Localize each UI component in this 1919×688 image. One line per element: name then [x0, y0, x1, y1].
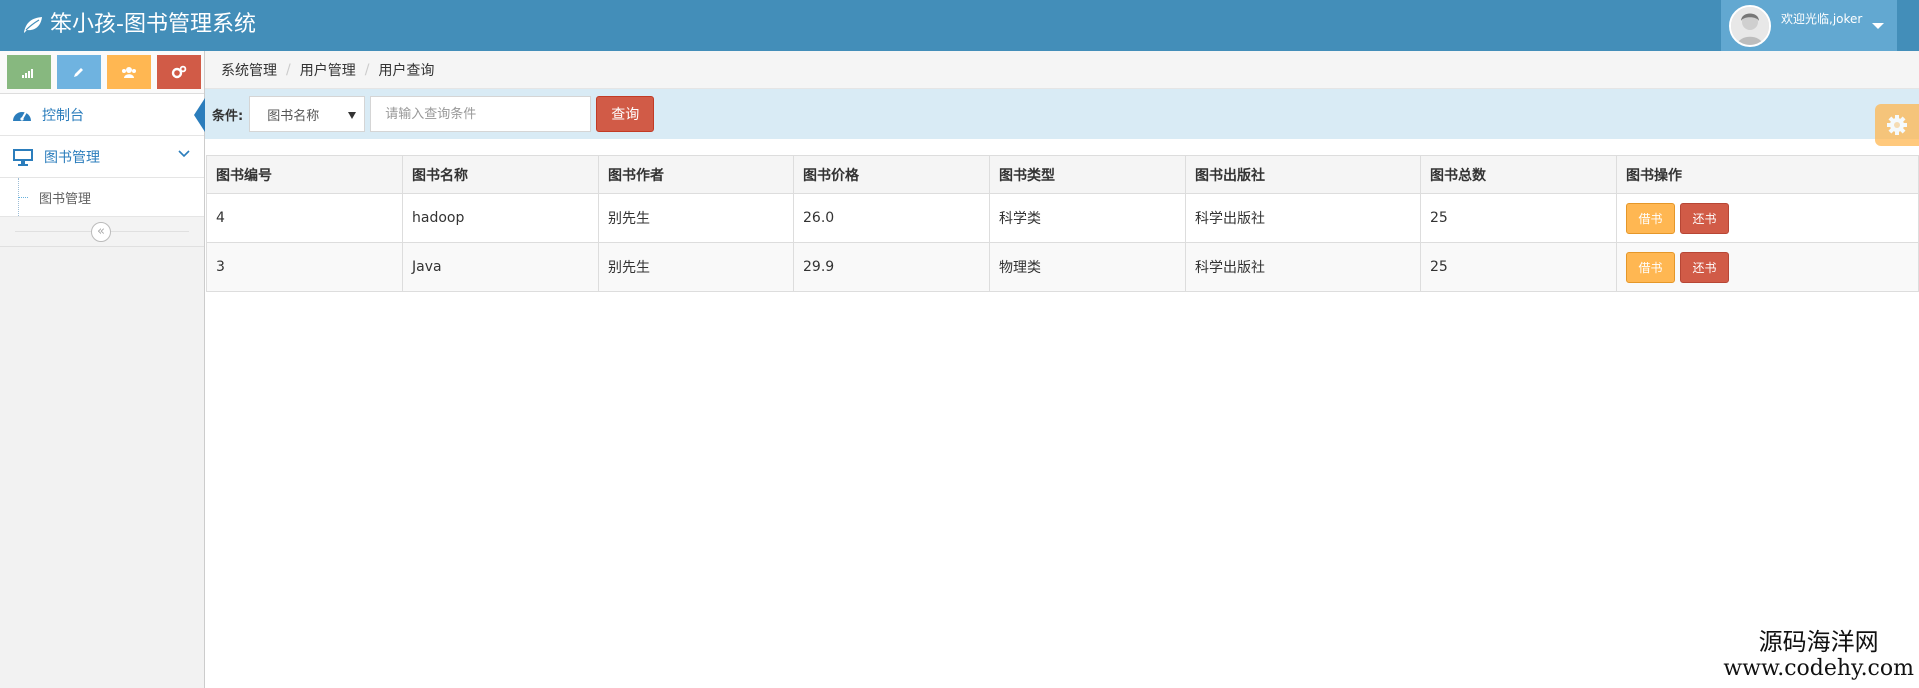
stats-icon [22, 69, 33, 78]
watermark-line1: 源码海洋网 [1758, 628, 1879, 656]
return-button[interactable]: 还书 [1680, 251, 1729, 283]
dashboard-icon [13, 111, 31, 121]
table-cell: 别先生 [598, 242, 794, 292]
search-input[interactable] [370, 96, 592, 132]
table-cell: 物理类 [989, 242, 1186, 292]
condition-select[interactable]: 图书名称 [249, 96, 366, 132]
double-angle-left-icon[interactable]: « [91, 222, 111, 242]
avatar[interactable] [1729, 4, 1771, 47]
condition-select-value: 图书名称 [267, 108, 320, 124]
cogs-shortcut-button[interactable] [157, 55, 201, 89]
return-button[interactable]: 还书 [1680, 202, 1729, 234]
borrow-button[interactable]: 借书 [1626, 202, 1675, 234]
table-header-row: 图书编号 图书名称 图书作者 图书价格 图书类型 图书出版社 图书总数 图书操作 [206, 155, 1919, 194]
welcome-text: 欢迎光临,joker [1781, 12, 1863, 26]
table-cell: 科学出版社 [1185, 242, 1421, 292]
cogs-icon [171, 65, 187, 79]
app-title: 笨小孩-图书管理系统 [50, 12, 256, 37]
breadcrumb-separator: / [286, 61, 291, 78]
table-cell: 别先生 [598, 193, 794, 243]
breadcrumb-item[interactable]: 系统管理 [221, 60, 277, 80]
sidebar-item-book-management[interactable]: 图书管理 [0, 136, 204, 178]
borrow-button[interactable]: 借书 [1626, 251, 1675, 283]
desktop-icon [13, 148, 33, 166]
breadcrumb-separator: / [364, 61, 370, 78]
users-icon [122, 67, 136, 78]
pencil-icon [74, 68, 83, 77]
table-cell: hadoop [402, 193, 599, 243]
gear-icon [1887, 115, 1907, 135]
settings-toggle[interactable] [1875, 104, 1919, 146]
pencil-shortcut-button[interactable] [57, 55, 101, 89]
table-cell: 25 [1420, 193, 1617, 243]
books-table: 图书编号 图书名称 图书作者 图书价格 图书类型 图书出版社 图书总数 图书操作… [206, 155, 1919, 292]
table-cell: 科学出版社 [1185, 193, 1421, 243]
users-shortcut-button[interactable] [107, 55, 151, 89]
column-header: 图书价格 [793, 155, 990, 194]
table-row: 3 Java 别先生 29.9 物理类 科学出版社 25 借书 还书 [206, 242, 1919, 292]
table-row: 4 hadoop 别先生 26.0 科学类 科学出版社 25 借书 还书 [206, 193, 1919, 243]
leaf-icon [22, 16, 44, 34]
submenu-item-book-management[interactable]: 图书管理 [0, 178, 204, 217]
sidebar-shortcuts [0, 51, 204, 94]
column-header: 图书编号 [206, 155, 403, 194]
main-content: 系统管理 / 用户管理 / 用户查询 条件: 图书名称 查询 [205, 51, 1919, 688]
user-menu[interactable]: 欢迎光临,joker [1721, 0, 1897, 51]
breadcrumb-item[interactable]: 用户管理 [300, 60, 356, 80]
table-cell: 4 [206, 193, 403, 243]
sidebar: 控制台 图书管理 图书管理 « [0, 51, 205, 688]
column-header: 图书作者 [598, 155, 794, 194]
search-button[interactable]: 查询 [596, 96, 655, 132]
column-header: 图书总数 [1420, 155, 1617, 194]
table-cell: 26.0 [793, 193, 990, 243]
watermark: 源码海洋网 www.codehy.com [1723, 628, 1914, 682]
caret-down-icon[interactable] [1872, 22, 1885, 29]
table-cell: Java [402, 242, 599, 292]
table-cell-actions: 借书 还书 [1616, 193, 1919, 243]
sidebar-item-label: 图书管理 [44, 149, 100, 166]
column-header: 图书类型 [989, 155, 1186, 194]
submenu-item-label: 图书管理 [39, 191, 92, 207]
top-navbar: 笨小孩-图书管理系统 欢迎光临,joker [0, 0, 1919, 51]
sidebar-collapse-bar: « [0, 217, 204, 247]
sidebar-item-dashboard[interactable]: 控制台 [0, 94, 205, 136]
table-cell: 科学类 [989, 193, 1186, 243]
condition-label: 条件: [212, 108, 244, 124]
table-cell: 3 [206, 242, 403, 292]
breadcrumb-item: 用户查询 [378, 62, 435, 79]
stats-shortcut-button[interactable] [7, 55, 51, 89]
table-cell: 29.9 [793, 242, 990, 292]
chevron-down-icon[interactable] [178, 150, 190, 158]
search-bar: 条件: 图书名称 查询 [205, 89, 1919, 139]
column-header: 图书出版社 [1185, 155, 1421, 194]
column-header: 图书名称 [402, 155, 599, 194]
watermark-line2: www.codehy.com [1723, 656, 1914, 681]
sidebar-item-label: 控制台 [42, 107, 84, 124]
table-cell-actions: 借书 还书 [1616, 242, 1919, 292]
app-brand[interactable]: 笨小孩-图书管理系统 [22, 10, 256, 40]
table-cell: 25 [1420, 242, 1617, 292]
breadcrumb: 系统管理 / 用户管理 / 用户查询 [205, 51, 1919, 89]
column-header: 图书操作 [1616, 155, 1919, 194]
caret-down-icon [348, 112, 357, 119]
